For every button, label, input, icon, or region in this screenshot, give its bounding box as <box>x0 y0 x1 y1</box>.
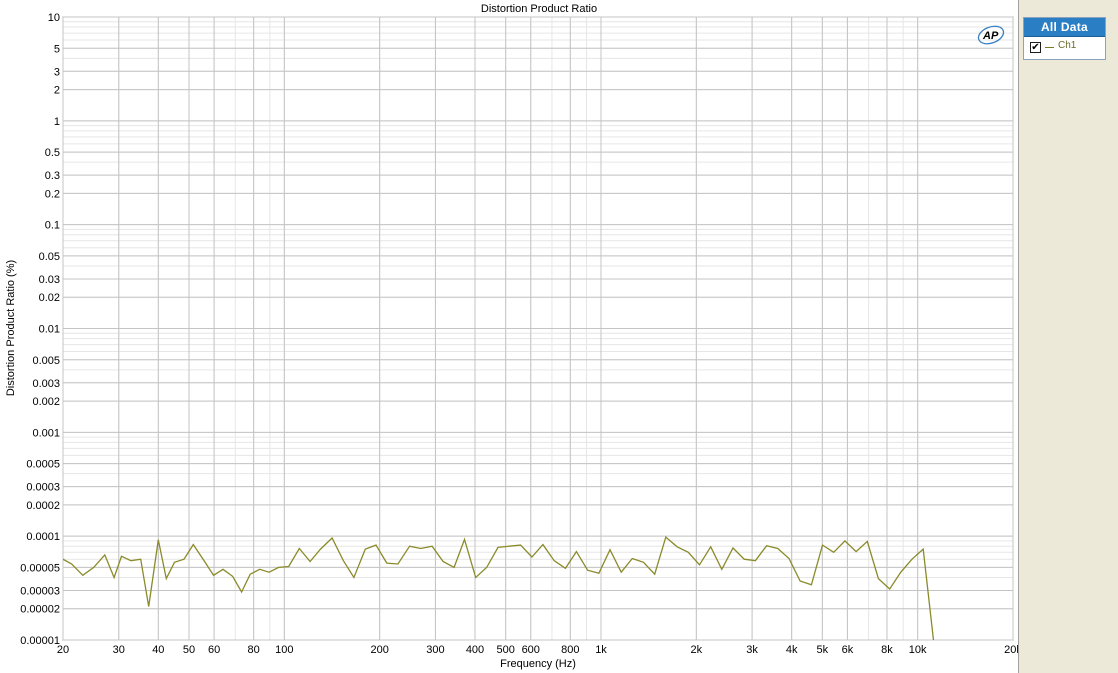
x-tick-label: 80 <box>248 644 260 656</box>
x-tick-label: 20k <box>1004 644 1018 656</box>
y-tick-label: 0.00003 <box>20 585 60 597</box>
y-tick-label: 0.0005 <box>26 459 60 471</box>
y-tick-label: 0.2 <box>45 188 60 200</box>
x-tick-label: 5k <box>817 644 829 656</box>
y-tick-label: 0.0002 <box>26 500 60 512</box>
y-tick-label: 5 <box>54 43 60 55</box>
x-tick-label: 60 <box>208 644 220 656</box>
x-tick-label: 400 <box>466 644 484 656</box>
legend-label-ch1: Ch1 <box>1058 40 1077 51</box>
y-tick-label: 0.1 <box>45 220 60 232</box>
y-axis-label: Distortion Product Ratio (%) <box>5 260 17 396</box>
x-tick-label: 4k <box>786 644 798 656</box>
x-tick-label: 8k <box>881 644 893 656</box>
y-tick-label: 0.00002 <box>20 604 60 616</box>
x-tick-label: 800 <box>561 644 579 656</box>
y-tick-label: 0.0001 <box>26 531 60 543</box>
y-tick-label: 0.00001 <box>20 635 60 647</box>
y-tick-label: 0.02 <box>39 292 60 304</box>
y-tick-label: 3 <box>54 66 60 78</box>
y-tick-label: 0.03 <box>39 274 60 286</box>
x-tick-label: 6k <box>842 644 854 656</box>
y-tick-label: 10 <box>48 12 60 24</box>
x-tick-label: 500 <box>497 644 515 656</box>
ch1-line-swatch <box>1045 47 1054 48</box>
y-tick-label: 0.003 <box>32 378 60 390</box>
x-tick-label: 200 <box>370 644 388 656</box>
y-tick-label: 0.0003 <box>26 482 60 494</box>
x-tick-label: 10k <box>909 644 927 656</box>
x-tick-label: 600 <box>522 644 540 656</box>
y-tick-label: 0.00005 <box>20 562 60 574</box>
y-tick-label: 0.002 <box>32 396 60 408</box>
y-tick-label: 1 <box>54 116 60 128</box>
distortion-chart: 20 30 40 50 60 80 100 200 300 400 500 600 800 1k 2k 3k 4… <box>5 3 1018 670</box>
y-tick-label: 0.05 <box>39 251 60 263</box>
x-tick-label: 2k <box>691 644 703 656</box>
x-tick-label: 300 <box>426 644 444 656</box>
x-tick-label: 100 <box>275 644 293 656</box>
x-tick-label: 30 <box>113 644 125 656</box>
legend-panel: All Data ✔ Ch1 <box>1023 17 1106 60</box>
x-tick-label: 3k <box>746 644 758 656</box>
svg-text:AP: AP <box>982 30 999 42</box>
y-tick-label: 0.5 <box>45 147 60 159</box>
y-tick-label: 0.01 <box>39 324 60 336</box>
legend-item-ch1[interactable]: ✔ Ch1 <box>1024 37 1105 57</box>
x-axis-label: Frequency (Hz) <box>500 658 576 670</box>
y-tick-labels: 10 5 3 2 1 0.5 0.3 0.2 0.1 0.05 0.03 0.02 0.01 0.005 0… <box>20 12 60 647</box>
x-tick-label: 40 <box>152 644 164 656</box>
y-tick-label: 0.3 <box>45 170 60 182</box>
x-tick-labels: 20 30 40 50 60 80 100 200 300 400 500 600 800 1k 2k 3k 4… <box>57 644 1018 656</box>
y-tick-label: 0.005 <box>32 355 60 367</box>
chart-title: Distortion Product Ratio <box>481 3 597 15</box>
ch1-checkbox[interactable]: ✔ <box>1030 42 1041 53</box>
plot-frame: 20 30 40 50 60 80 100 200 300 400 500 600 800 1k 2k 3k 4… <box>0 0 1019 673</box>
x-tick-label: 50 <box>183 644 195 656</box>
legend-header[interactable]: All Data <box>1024 18 1105 37</box>
x-tick-label: 1k <box>595 644 607 656</box>
y-tick-label: 0.001 <box>32 427 60 439</box>
y-tick-label: 2 <box>54 85 60 97</box>
